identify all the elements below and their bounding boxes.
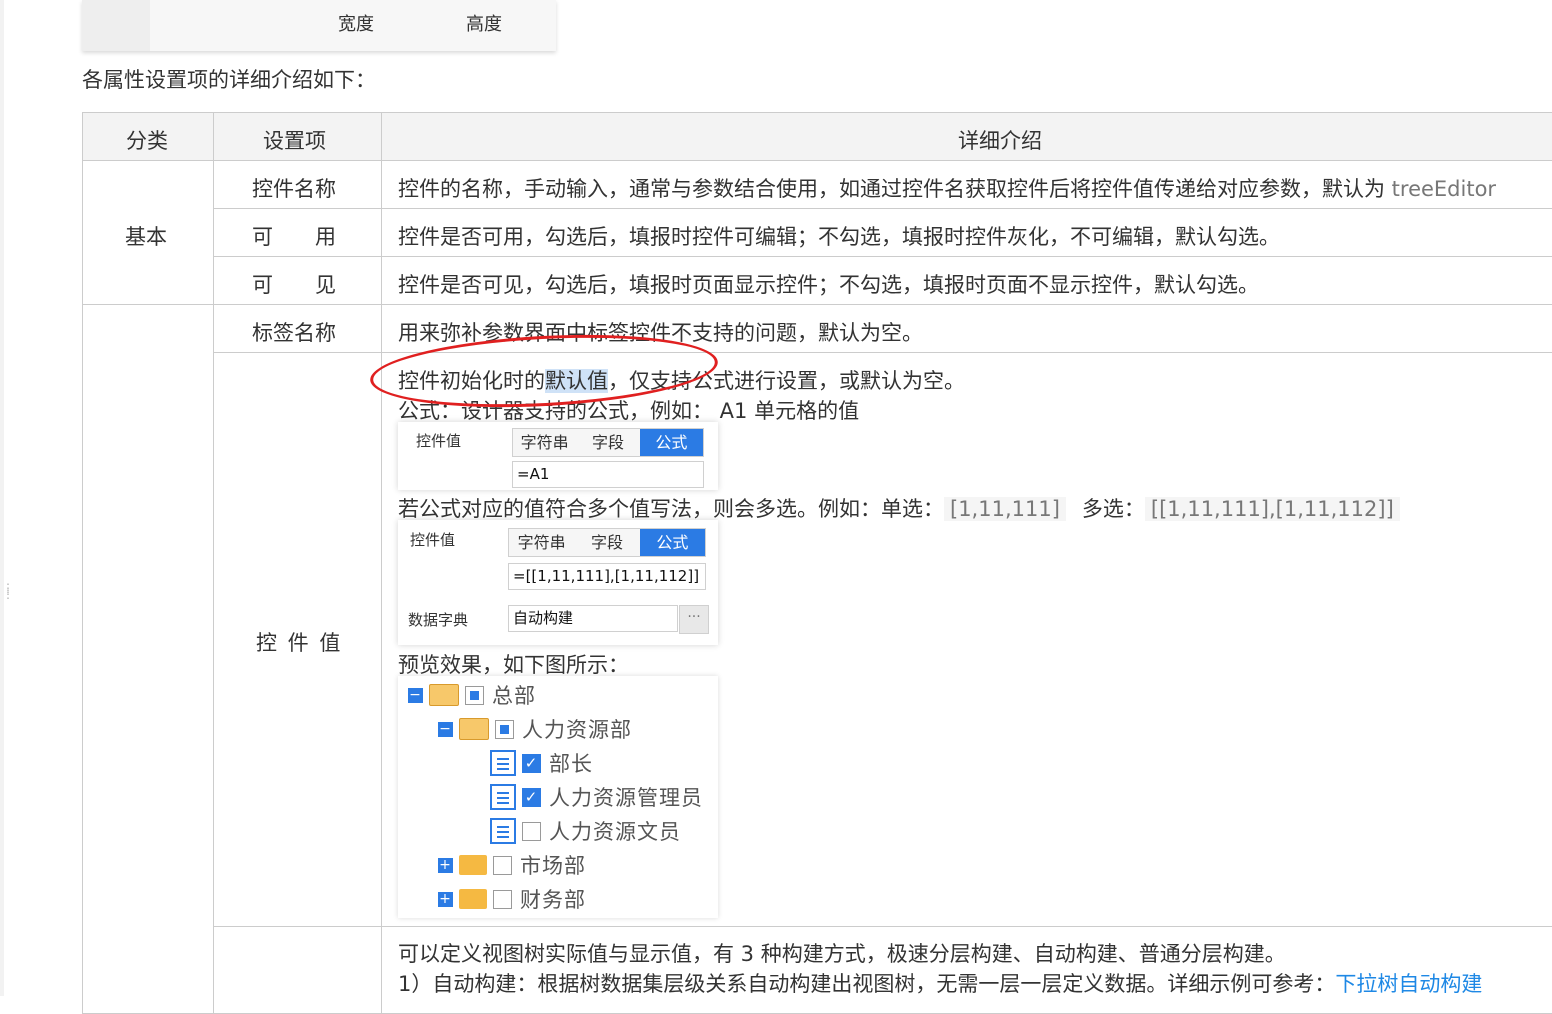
item-widget-value: 控 件 值 (256, 631, 343, 655)
col-divider (213, 113, 214, 1013)
tree-node-hr[interactable]: − 人力资源部 (438, 714, 632, 744)
value-line-3: 若公式对应的值符合多个值写法，则会多选。例如：单选： [1,11,111] 多选：[… (398, 493, 1400, 523)
desc-visible: 控件是否可见，勾选后，填报时页面显示控件；不勾选，填报时页面不显示控件，默认勾选… (398, 273, 1259, 297)
panel2-tab-string[interactable]: 字符串 (509, 529, 574, 556)
checkbox-checked-icon[interactable]: ✓ (522, 753, 541, 773)
row-divider (213, 208, 1552, 209)
code-multi: [[1,11,111],[1,11,112]] (1144, 497, 1400, 521)
tree-node-hr-clerk[interactable]: 人力资源文员 (490, 816, 681, 846)
resize-handle[interactable]: ⋮ ⋮ (2, 582, 14, 611)
header-item: 设置项 (263, 129, 326, 153)
size-panel-image: 宽度 高度 (82, 0, 556, 51)
formula-panel-single: 控件值 字符串 字段 公式 =A1 (398, 422, 718, 490)
dict-line-2: 1）自动构建：根据树数据集层级关系自动构建出视图树，无需一层一层定义数据。详细示… (398, 972, 1483, 996)
tree-node-hq[interactable]: − 总部 (408, 680, 536, 710)
row-divider (213, 926, 1552, 927)
more-button[interactable]: ··· (679, 605, 709, 634)
tree-node-finance[interactable]: + 财务部 (438, 884, 586, 914)
dict-line-1: 可以定义视图树实际值与显示值，有 3 种构建方式，极速分层构建、自动构建、普通分… (398, 942, 1286, 966)
tree-node-market[interactable]: + 市场部 (438, 850, 586, 880)
item-widget-name: 控件名称 (252, 177, 336, 201)
panel1-label: 控件值 (416, 432, 462, 450)
tree-node-minister[interactable]: ✓ 部长 (490, 748, 593, 778)
link-tree-auto-build[interactable]: 下拉树自动构建 (1335, 972, 1482, 996)
item-enabled: 可 用 (252, 225, 336, 249)
tree-node-hr-admin[interactable]: ✓ 人力资源管理员 (490, 782, 703, 812)
checkbox-checked-icon[interactable]: ✓ (522, 787, 541, 807)
collapse-icon[interactable]: − (438, 721, 453, 737)
panel1-tab-formula[interactable]: 公式 (639, 429, 703, 456)
col-divider (381, 113, 382, 1013)
tree-preview: − 总部 − 人力资源部 ✓ 部长 ✓ 人力资源管理员 人力资源文员 + 市场部… (398, 676, 718, 918)
row-divider (213, 352, 1552, 353)
panel2-tab-field[interactable]: 字段 (574, 529, 639, 556)
formula-panel-multi: 控件值 字符串 字段 公式 =[[1,11,111],[1,11,112]] 数… (398, 520, 718, 645)
checkbox-empty-icon[interactable] (522, 821, 541, 841)
folder-icon (459, 889, 487, 909)
folder-open-icon (459, 718, 489, 740)
panel2-dict-label: 数据字典 (408, 611, 469, 629)
checkbox-partial-icon[interactable] (495, 719, 514, 739)
checkbox-partial-icon[interactable] (465, 685, 484, 705)
width-label: 宽度 (338, 14, 374, 35)
height-label: 高度 (466, 14, 502, 35)
panel-sidebar (82, 0, 150, 51)
group-basic: 基本 (125, 225, 167, 249)
value-line-4: 预览效果，如下图所示： (398, 653, 629, 677)
document-icon (490, 818, 516, 844)
panel2-dict-select[interactable]: 自动构建 (508, 605, 678, 632)
panel2-tab-group: 字符串 字段 公式 (508, 528, 706, 557)
checkbox-empty-icon[interactable] (493, 889, 512, 909)
expand-icon[interactable]: + (438, 857, 453, 873)
panel1-tab-string[interactable]: 字符串 (513, 429, 576, 456)
desc-widget-name: 控件的名称，手动输入，通常与参数结合使用，如通过控件名获取控件后将控件值传递给对… (398, 177, 1497, 201)
panel2-tab-formula[interactable]: 公式 (639, 529, 705, 556)
expand-icon[interactable]: + (438, 891, 453, 907)
row-divider (213, 256, 1552, 257)
item-label-name: 标签名称 (252, 321, 336, 345)
document-icon (490, 750, 516, 776)
panel2-formula-input[interactable]: =[[1,11,111],[1,11,112]] (508, 563, 706, 590)
checkbox-empty-icon[interactable] (493, 855, 512, 875)
panel1-formula-input[interactable]: =A1 (512, 461, 704, 488)
folder-open-icon (429, 684, 459, 706)
panel2-label: 控件值 (410, 531, 456, 549)
panel1-tab-group: 字符串 字段 公式 (512, 428, 704, 457)
header-category: 分类 (126, 129, 168, 153)
intro-text: 各属性设置项的详细介绍如下： (82, 68, 376, 92)
folder-icon (459, 855, 487, 875)
row-divider (83, 160, 1552, 161)
panel1-tab-field[interactable]: 字段 (576, 429, 639, 456)
document-icon (490, 784, 516, 810)
header-detail: 详细介绍 (958, 129, 1042, 153)
item-visible: 可 见 (252, 273, 336, 297)
code-single: [1,11,111] (944, 497, 1066, 521)
left-gutter (0, 0, 4, 996)
row-divider (83, 304, 1552, 305)
code-tree-editor: treeEditor (1391, 177, 1497, 201)
collapse-icon[interactable]: − (408, 687, 423, 703)
desc-enabled: 控件是否可用，勾选后，填报时控件可编辑；不勾选，填报时控件灰化，不可编辑，默认勾… (398, 225, 1280, 249)
